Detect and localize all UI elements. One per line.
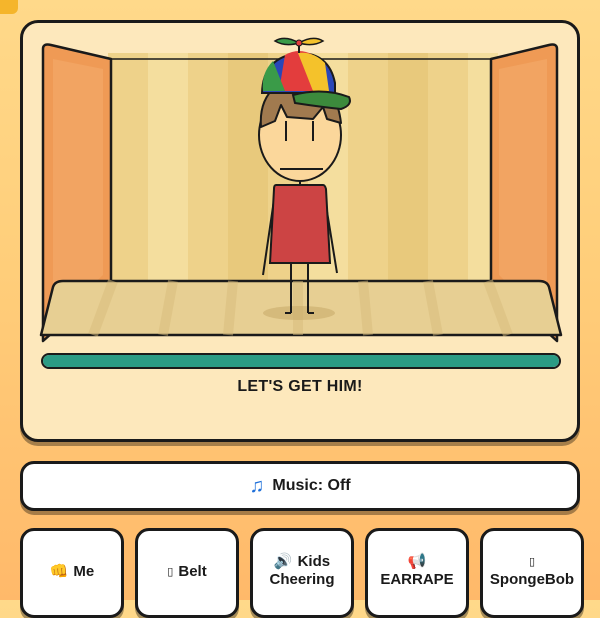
punch-icon: 👊 [49, 563, 69, 580]
speaker-icon: 🔊 [273, 553, 293, 570]
music-toggle-label: Music: Off [272, 477, 351, 494]
sound-button-label: Belt [178, 563, 207, 580]
belt-icon: ▯ [167, 566, 174, 578]
red-shirt [268, 184, 332, 264]
soundboard-row: 👊 Me ▯ Belt 🔊 Kids Cheering 📢 EARRAPE ▯ S… [20, 528, 600, 618]
music-note-icon: ♫ [249, 475, 265, 497]
sound-button-label: EARRAPE [380, 571, 454, 588]
sound-button-kids-cheering[interactable]: 🔊 Kids Cheering [250, 528, 354, 618]
stage-card: LET'S GET HIM! [20, 20, 580, 442]
sound-button-spongebob[interactable]: ▯ SpongeBob [480, 528, 584, 618]
progress-track [41, 353, 561, 369]
corner-tab [0, 0, 18, 14]
sound-button-label-line2: Cheering [269, 571, 335, 588]
megaphone-icon: 📢 [407, 553, 427, 570]
sound-button-label-line1: Kids [297, 553, 331, 570]
stage-scene [39, 37, 563, 343]
sound-button-label: SpongeBob [489, 571, 575, 588]
spongebob-icon: ▯ [528, 556, 536, 568]
sound-button-me[interactable]: 👊 Me [20, 528, 124, 618]
sound-button-belt[interactable]: ▯ Belt [135, 528, 239, 618]
music-toggle-button[interactable]: ♫ Music: Off [20, 461, 580, 511]
stage-caption: LET'S GET HIM! [237, 378, 363, 395]
sound-button-label: Me [73, 563, 95, 580]
stage-floor [39, 279, 563, 337]
progress-fill [43, 355, 559, 367]
sound-button-earrape[interactable]: 📢 EARRAPE [365, 528, 469, 618]
